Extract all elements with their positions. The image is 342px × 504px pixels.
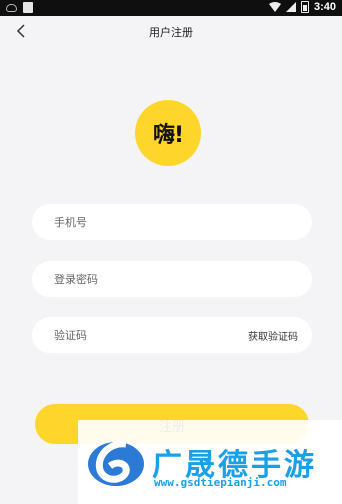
signal-icon — [285, 2, 296, 12]
phone-input[interactable] — [54, 204, 234, 240]
watermark: 广晟德手游 www.gsdtiepianji.com — [78, 420, 342, 504]
cloud-icon — [6, 3, 17, 12]
status-left — [6, 2, 33, 13]
code-input[interactable] — [54, 317, 234, 353]
watermark-url: www.gsdtiepianji.com — [154, 476, 287, 489]
app-logo: 嗨! — [135, 100, 201, 166]
code-field[interactable]: 获取验证码 — [32, 317, 312, 353]
password-input[interactable] — [54, 261, 234, 297]
get-code-button[interactable]: 获取验证码 — [248, 328, 298, 343]
status-bar: 3:40 — [0, 0, 342, 16]
logo-text: 嗨! — [152, 123, 184, 148]
phone-field[interactable] — [32, 204, 312, 240]
notification-icon — [23, 2, 33, 13]
password-field[interactable] — [32, 261, 312, 297]
wifi-icon — [268, 2, 281, 12]
page-title: 用户注册 — [149, 26, 193, 39]
status-time: 3:40 — [313, 1, 336, 13]
header: 用户注册 — [0, 16, 342, 48]
watermark-logo-icon — [86, 434, 146, 494]
battery-icon — [300, 1, 309, 13]
status-right: 3:40 — [268, 1, 336, 13]
